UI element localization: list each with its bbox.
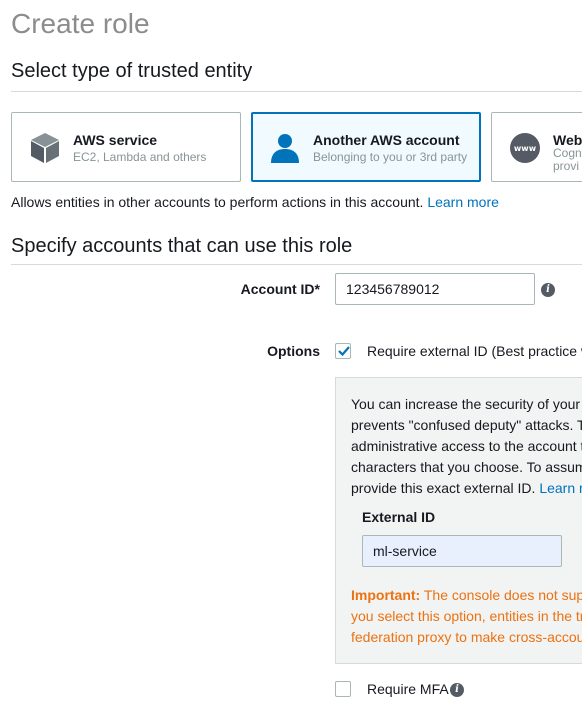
info-icon[interactable]: i <box>541 283 555 297</box>
entity-card-subtitle: Cogn <box>553 146 582 160</box>
svg-text:www: www <box>514 144 537 153</box>
learn-more-link[interactable]: Learn more <box>427 194 499 210</box>
panel-text-line: You can increase the security of your <box>351 396 581 412</box>
panel-text: provide this exact external ID. <box>351 480 540 496</box>
trusted-entity-heading: Select type of trusted entity <box>11 60 253 82</box>
section-divider <box>11 91 582 92</box>
checkmark-icon <box>338 346 350 357</box>
entity-card-web-identity[interactable]: www Web Cogn provi <box>491 112 582 182</box>
panel-text-line: characters that you choose. To assum <box>351 459 582 475</box>
entity-card-subtitle: Belonging to you or 3rd party <box>313 150 468 164</box>
warning-text: The console does not sup <box>420 587 582 603</box>
accounts-heading: Specify accounts that can use this role <box>11 235 353 257</box>
entity-card-another-account[interactable]: Another AWS account Belonging to you or … <box>251 112 481 182</box>
section-divider <box>11 264 582 265</box>
entity-card-aws-service[interactable]: AWS service EC2, Lambda and others <box>11 112 241 182</box>
external-id-panel: You can increase the security of your pr… <box>335 377 582 664</box>
warning-text-line: federation proxy to make cross-accou <box>351 629 582 645</box>
description-text: Allows entities in other accounts to per… <box>11 194 424 210</box>
trusted-entity-description: Allows entities in other accounts to per… <box>11 194 499 210</box>
require-external-id-checkbox[interactable] <box>335 343 351 359</box>
entity-card-subtitle: provi <box>553 159 580 173</box>
important-label: Important: <box>351 587 421 603</box>
require-external-id-label[interactable]: Require external ID (Best practice w <box>367 343 582 359</box>
entity-card-title: AWS service <box>73 132 158 148</box>
entity-card-subtitle: EC2, Lambda and others <box>73 150 207 164</box>
options-label: Options <box>267 343 320 359</box>
external-id-input[interactable] <box>362 535 562 567</box>
panel-text-line: prevents "confused deputy" attacks. T <box>351 417 582 433</box>
external-id-label: External ID <box>362 509 436 525</box>
warning-text-line: you select this option, entities in the … <box>351 608 582 624</box>
info-icon[interactable]: i <box>450 683 464 697</box>
person-icon <box>268 131 302 165</box>
important-warning: Important: The console does not sup <box>351 587 582 603</box>
account-id-label: Account ID* <box>240 281 320 297</box>
require-mfa-checkbox[interactable] <box>335 681 351 697</box>
page-title: Create role <box>11 8 150 39</box>
entity-card-title: Another AWS account <box>313 132 460 148</box>
www-icon: www <box>508 131 542 165</box>
account-id-input[interactable] <box>335 273 535 305</box>
require-mfa-label[interactable]: Require MFA <box>367 681 449 697</box>
panel-text-line: administrative access to the account t <box>351 438 582 454</box>
learn-more-link[interactable]: Learn r <box>539 480 582 496</box>
cube-icon <box>28 131 62 165</box>
panel-text-line: provide this exact external ID. Learn r <box>351 480 582 496</box>
